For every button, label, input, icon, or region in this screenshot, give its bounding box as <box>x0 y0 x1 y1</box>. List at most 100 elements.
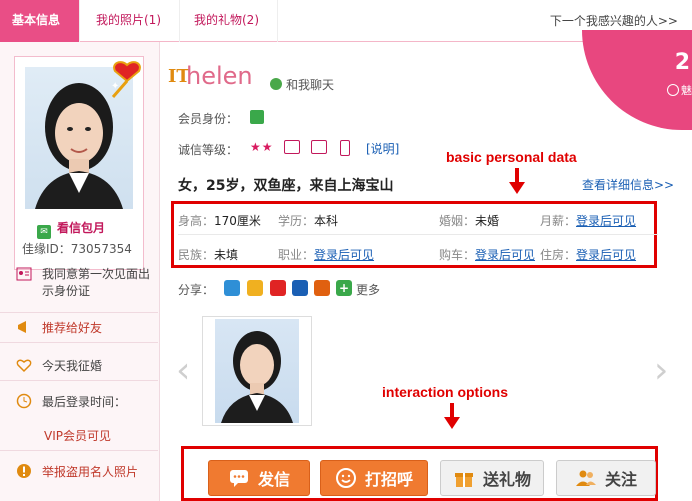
divider <box>0 342 158 343</box>
arrow-down-icon <box>444 403 460 429</box>
recommend-friend-link[interactable]: 推荐给好友 <box>16 319 102 336</box>
baoyue-link[interactable]: ✉ 看信包月 <box>37 219 105 239</box>
share-kaixin-icon[interactable] <box>247 280 263 296</box>
heart-icon <box>16 359 32 373</box>
share-more-icon[interactable]: + <box>336 280 352 296</box>
house-login-link[interactable]: 登录后可见 <box>576 248 636 262</box>
send-message-button[interactable]: 发信 <box>208 460 310 496</box>
send-gift-button[interactable]: 送礼物 <box>440 460 544 496</box>
charm-label: 魅 <box>667 82 692 98</box>
svg-text:✦: ✦ <box>111 81 119 92</box>
last-login: 最后登录时间： <box>16 393 126 410</box>
people-icon <box>575 470 596 486</box>
divider <box>178 234 658 235</box>
credit-label: 诚信等级： <box>178 143 239 157</box>
user-icon <box>667 84 679 96</box>
membership-label: 会员身份： <box>178 112 239 126</box>
salary-label: 月薪： <box>540 214 577 228</box>
smile-icon <box>335 468 356 488</box>
annotation-interaction: interaction options <box>382 384 508 400</box>
nation-label: 民族： <box>178 248 215 262</box>
report-link[interactable]: 举报盗用名人照片 <box>16 463 138 480</box>
edu-cell: 学历：本科 <box>278 212 338 229</box>
credit-stars: ★★ <box>250 140 274 154</box>
sidebar: ✦ ✉ 看信包月 佳缘ID：73057354 我同意第一次见面出示身份证 推荐给好… <box>0 42 160 501</box>
thumbnail-image <box>215 319 299 423</box>
share-renren-icon[interactable] <box>292 280 308 296</box>
divider <box>0 312 158 313</box>
edu-value: 本科 <box>314 214 339 228</box>
house-cell: 住房：登录后可见 <box>540 246 636 263</box>
share-label: 分享： <box>178 283 215 297</box>
id-card-icon <box>16 267 32 281</box>
vip-visible-label: VIP会员可见 <box>44 429 111 443</box>
profile-name: helen <box>186 62 253 90</box>
salary-login-link[interactable]: 登录后可见 <box>576 214 636 228</box>
speech-bubble-icon <box>229 470 248 487</box>
car-login-link[interactable]: 登录后可见 <box>475 248 535 262</box>
share-more-link[interactable]: 更多 <box>356 281 380 298</box>
car-label: 购车： <box>439 248 476 262</box>
membership-icon[interactable] <box>250 110 264 124</box>
gift-icon <box>454 473 473 487</box>
share-weibo-icon[interactable] <box>270 280 286 296</box>
tab-my-photos[interactable]: 我的照片(1) <box>84 0 180 42</box>
email-verify-icon[interactable] <box>311 140 327 154</box>
divider <box>0 450 158 451</box>
send-message-label: 发信 <box>257 470 290 489</box>
chat-link[interactable]: 和我聊天 <box>270 76 334 93</box>
greet-label: 打招呼 <box>364 470 413 489</box>
send-gift-label: 送礼物 <box>482 470 531 489</box>
marriage-today-label: 今天我征婚 <box>42 359 103 373</box>
vip-key-icon: ✦ <box>111 61 141 98</box>
charm-label-text: 魅 <box>681 84 692 97</box>
chat-icon <box>270 78 282 90</box>
phone-verify-icon[interactable] <box>340 140 350 156</box>
id-card-agreement: 我同意第一次见面出示身份证 <box>16 266 150 300</box>
height-value: 170厘米 <box>214 214 261 228</box>
detail-info-link[interactable]: 查看详细信息>> <box>582 176 674 193</box>
tab-my-gifts[interactable]: 我的礼物(2) <box>182 0 278 42</box>
charm-number: 2 <box>674 50 690 75</box>
annotation-personal: basic personal data <box>446 149 577 165</box>
salary-cell: 月薪：登录后可见 <box>540 212 636 229</box>
share-qzone-icon[interactable] <box>224 280 240 296</box>
charm-badge <box>582 30 692 130</box>
house-label: 住房： <box>540 248 577 262</box>
clock-icon <box>16 393 32 409</box>
edu-label: 学历： <box>278 214 315 228</box>
megaphone-icon <box>18 321 26 333</box>
gallery-prev-arrow[interactable]: ‹ <box>176 350 190 391</box>
share-douban-icon[interactable] <box>314 280 330 296</box>
job-login-link[interactable]: 登录后可见 <box>314 248 374 262</box>
job-label: 职业： <box>278 248 315 262</box>
tab-basic-info[interactable]: 基本信息 <box>0 0 80 42</box>
marriage-today-link[interactable]: 今天我征婚 <box>16 357 102 374</box>
id-card-label: 我同意第一次见面出示身份证 <box>42 267 151 298</box>
report-label: 举报盗用名人照片 <box>42 465 139 479</box>
id-verify-icon[interactable] <box>284 140 300 154</box>
mail-icon: ✉ <box>37 225 51 239</box>
follow-button[interactable]: 关注 <box>556 460 656 496</box>
nation-value: 未填 <box>214 248 239 262</box>
marriage-label: 婚姻： <box>439 214 476 228</box>
photo-thumbnail[interactable] <box>202 316 312 426</box>
profile-summary: 女，25岁，双鱼座，来自上海宝山 <box>178 178 394 194</box>
recommend-friend-label: 推荐给好友 <box>42 321 103 335</box>
arrow-down-icon <box>509 168 525 194</box>
chat-label: 和我聊天 <box>286 78 335 92</box>
next-profile-link[interactable]: 下一个我感兴趣的人>> <box>550 12 678 29</box>
marriage-value: 未婚 <box>475 214 500 228</box>
gallery-next-arrow[interactable]: › <box>654 350 668 391</box>
vip-visible-link[interactable]: VIP会员可见 <box>44 427 111 444</box>
car-cell: 购车：登录后可见 <box>439 246 535 263</box>
explain-link[interactable]: [说明] <box>366 140 399 157</box>
job-cell: 职业：登录后可见 <box>278 246 374 263</box>
greet-button[interactable]: 打招呼 <box>320 460 428 496</box>
warning-icon <box>17 464 31 478</box>
baoyue-label: 看信包月 <box>57 221 106 235</box>
height-cell: 身高：170厘米 <box>178 212 261 229</box>
divider <box>0 380 158 381</box>
nation-cell: 民族：未填 <box>178 246 238 263</box>
follow-label: 关注 <box>604 470 637 489</box>
